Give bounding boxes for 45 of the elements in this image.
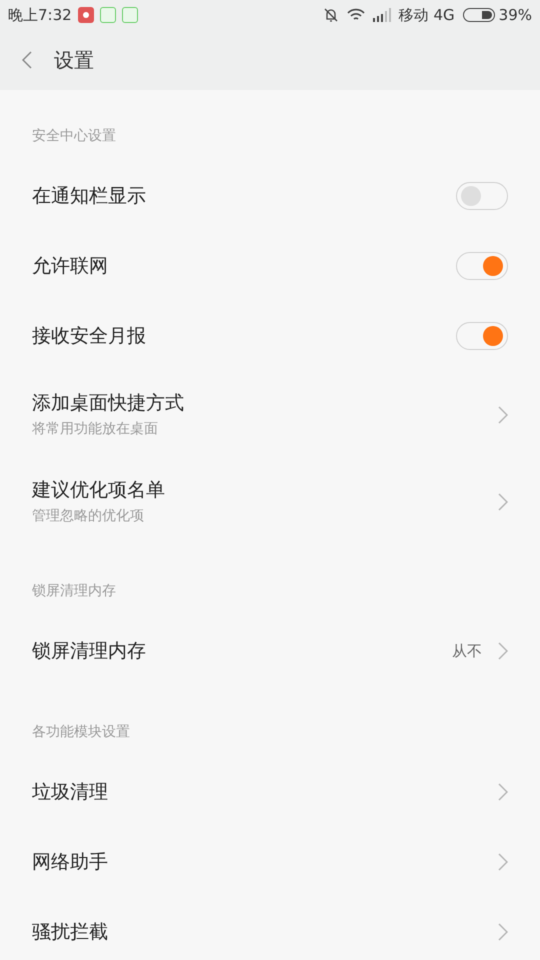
status-time: 晚上7:32 — [8, 4, 72, 26]
toggle-switch[interactable] — [456, 322, 508, 350]
settings-row[interactable]: 在通知栏显示 — [0, 161, 540, 231]
chevron-right-icon — [498, 853, 508, 871]
setting-label: 在通知栏显示 — [32, 184, 147, 209]
setting-label: 建议优化项名单 — [32, 478, 166, 503]
setting-description: 将常用功能放在桌面 — [32, 420, 159, 440]
back-icon — [22, 51, 32, 69]
settings-row[interactable]: 锁屏清理内存 从不 — [0, 616, 540, 686]
settings-row[interactable]: 接收安全月报 — [0, 301, 540, 371]
settings-row[interactable]: 建议优化项名单 管理忽略的优化项 — [0, 458, 540, 545]
battery-percent: 39% — [498, 4, 532, 26]
app-notification-icon — [122, 7, 138, 23]
setting-label: 垃圾清理 — [32, 780, 109, 805]
bell-off-icon — [322, 7, 339, 23]
settings-row[interactable]: 骚扰拦截 — [0, 897, 540, 960]
settings-row[interactable]: 添加桌面快捷方式 将常用功能放在桌面 — [0, 371, 540, 458]
page-title: 设置 — [54, 47, 94, 74]
settings-row[interactable]: 垃圾清理 — [0, 757, 540, 827]
chevron-right-icon — [498, 923, 508, 941]
chevron-right-icon — [498, 492, 508, 510]
app-notification-icon — [78, 7, 94, 23]
setting-label: 锁屏清理内存 — [32, 638, 147, 664]
battery-icon — [462, 8, 495, 22]
toggle-switch[interactable] — [456, 252, 508, 280]
chevron-right-icon — [498, 642, 508, 660]
wifi-icon — [346, 8, 365, 22]
setting-description: 管理忽略的优化项 — [32, 507, 145, 526]
section-header: 安全中心设置 — [32, 128, 116, 144]
setting-label: 添加桌面快捷方式 — [32, 390, 185, 416]
signal-icon — [372, 8, 391, 22]
settings-row[interactable]: 网络助手 — [0, 827, 540, 897]
setting-label: 接收安全月报 — [32, 324, 147, 349]
chevron-right-icon — [498, 783, 508, 801]
section-header: 锁屏清理内存 — [32, 583, 116, 599]
section-header: 各功能模块设置 — [32, 724, 130, 740]
chevron-right-icon — [498, 406, 508, 424]
setting-label: 允许联网 — [32, 254, 109, 279]
toggle-switch[interactable] — [456, 182, 508, 210]
app-notification-icon — [100, 7, 116, 23]
carrier-label: 移动 4G — [398, 4, 455, 26]
setting-label: 网络助手 — [32, 850, 109, 875]
settings-row[interactable]: 允许联网 — [0, 231, 540, 301]
setting-value: 从不 — [452, 640, 482, 662]
setting-label: 骚扰拦截 — [32, 920, 109, 945]
